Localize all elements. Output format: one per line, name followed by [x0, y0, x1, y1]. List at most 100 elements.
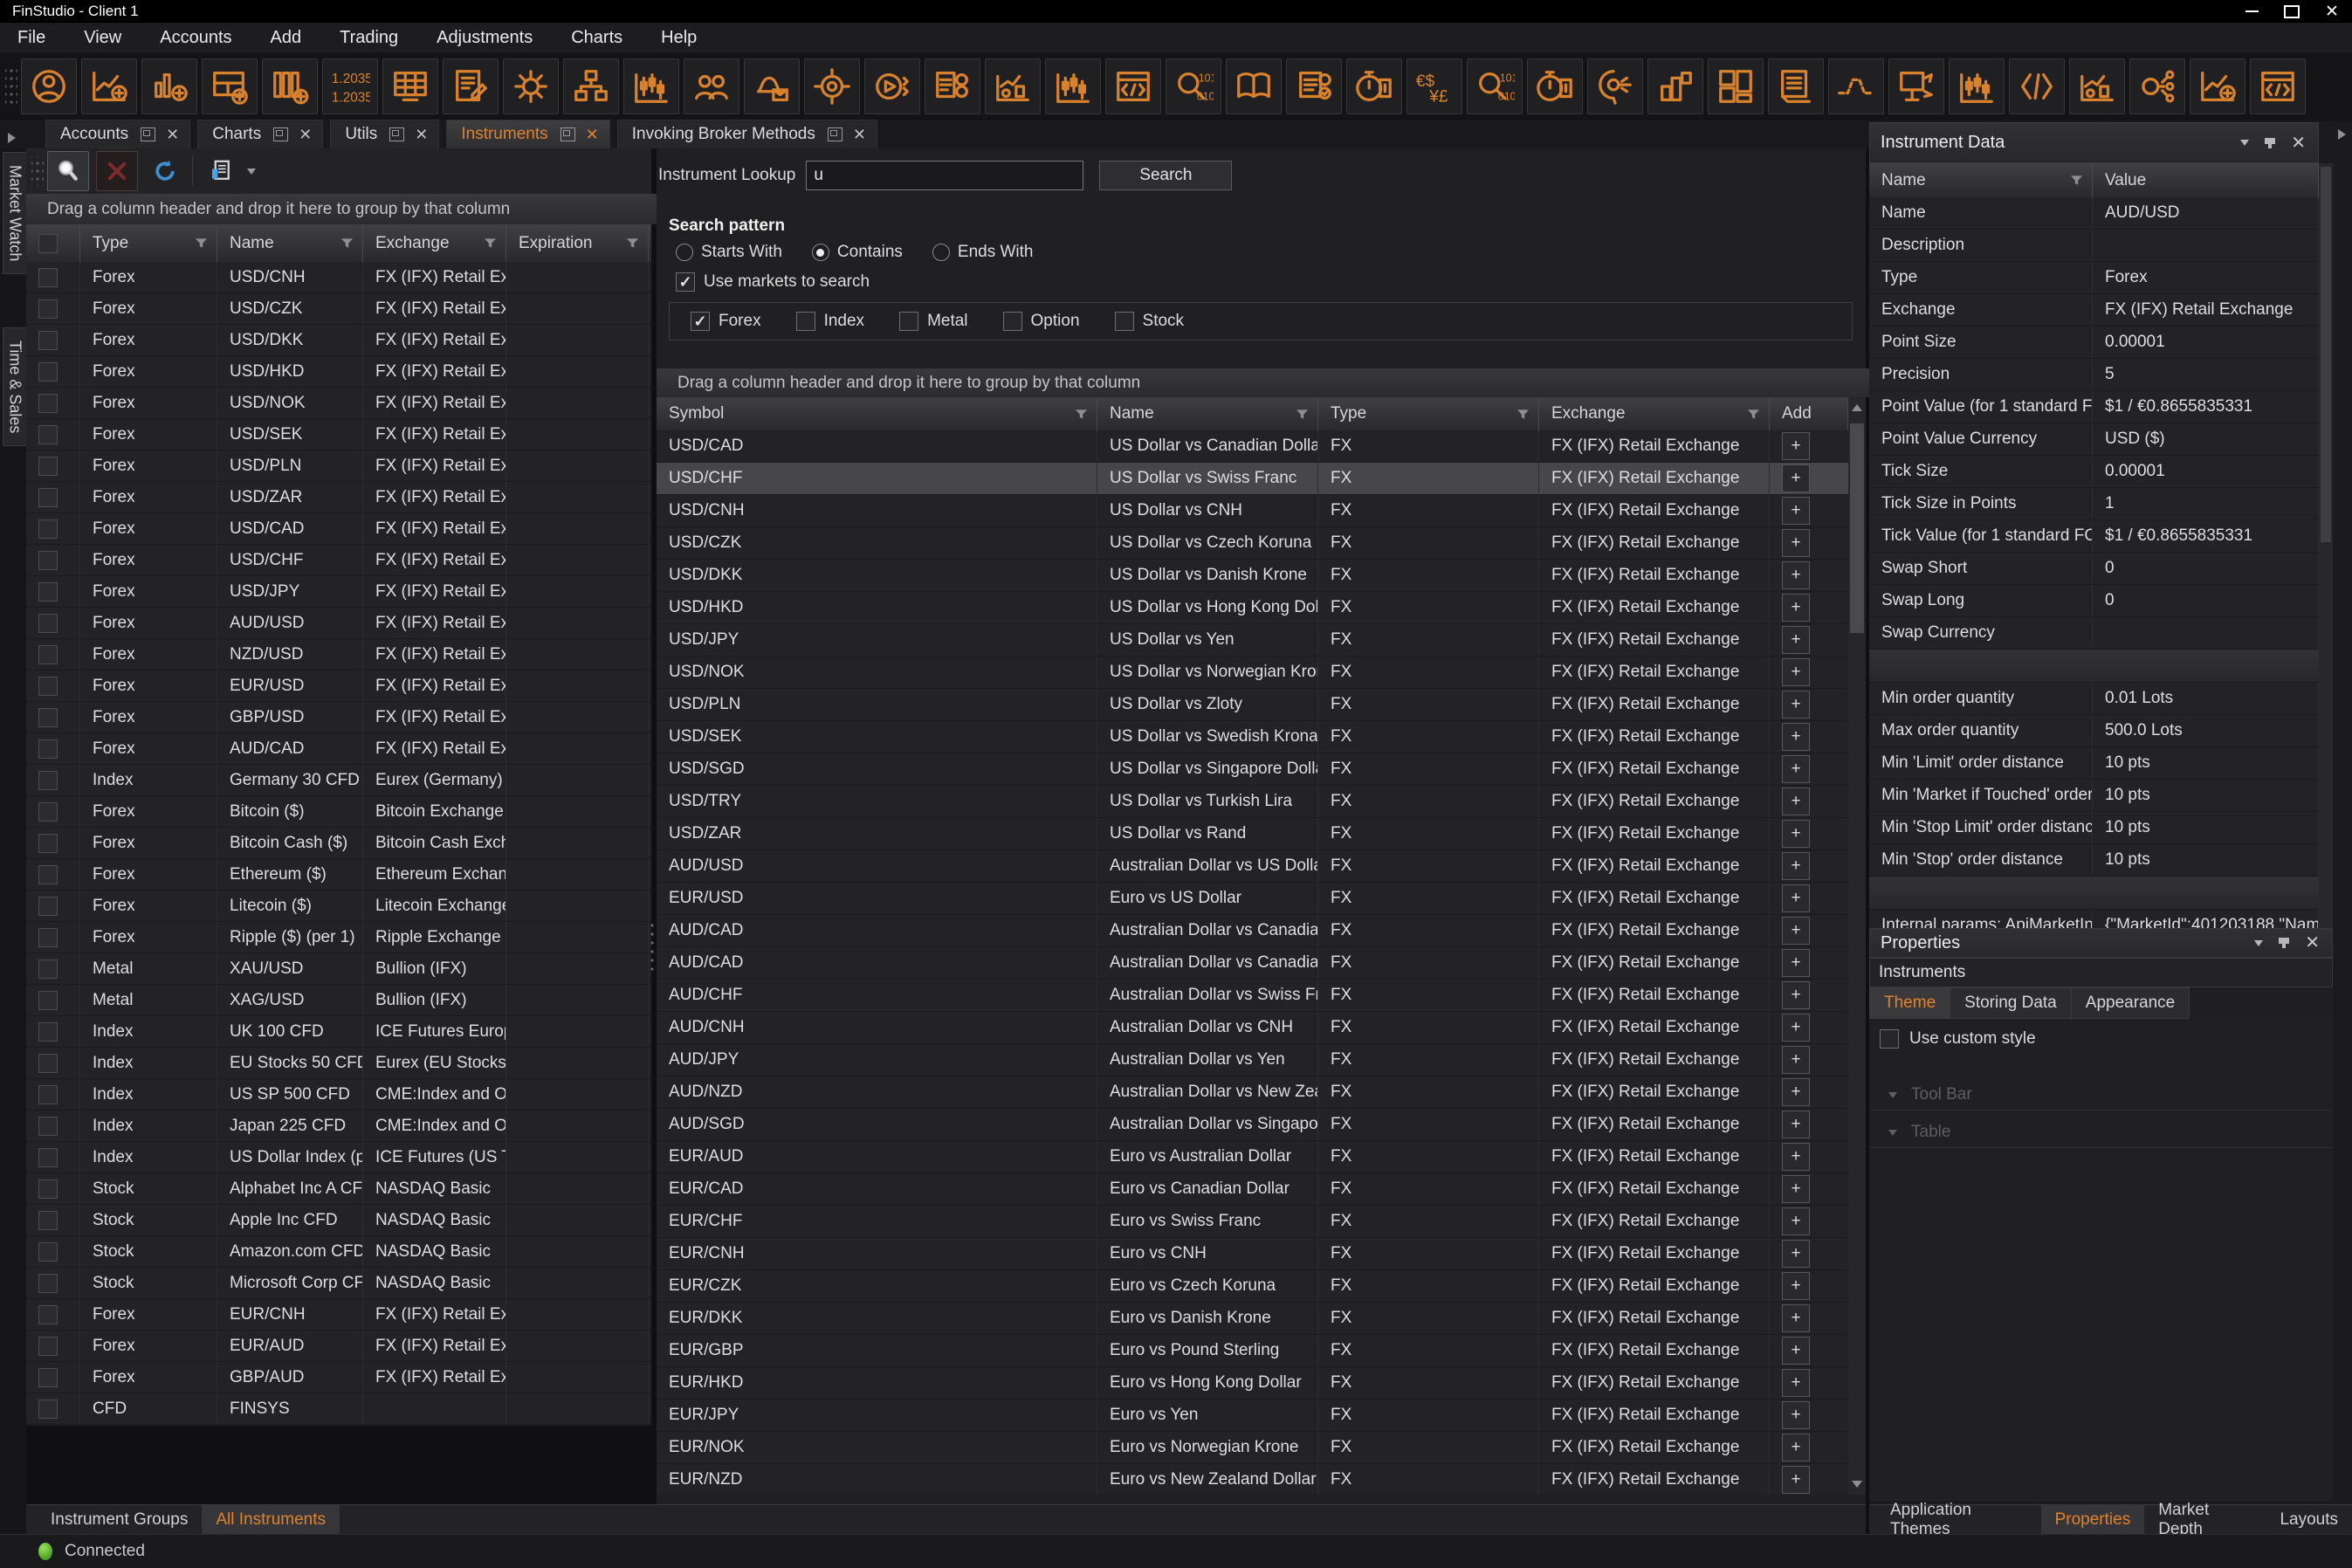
menu-adjustments[interactable]: Adjustments — [417, 23, 552, 52]
tab-close-icon[interactable]: ✕ — [415, 126, 428, 144]
market-watch-row[interactable]: IndexUS SP 500 CFDCME:Index and Options — [26, 1079, 651, 1111]
add-instrument-button[interactable]: + — [1782, 1369, 1810, 1397]
row-checkbox[interactable] — [38, 1148, 58, 1167]
row-checkbox[interactable] — [38, 519, 58, 539]
expand-arrow-icon[interactable] — [2338, 129, 2346, 140]
session-timer-button[interactable] — [1346, 58, 1402, 114]
market-watch-row[interactable]: ForexEthereum ($)Ethereum Exchange — [26, 859, 651, 891]
properties-tab-appearance[interactable]: Appearance — [2072, 987, 2190, 1019]
filter-icon[interactable] — [1516, 408, 1530, 421]
market-checkbox[interactable]: ✓ — [691, 312, 710, 331]
market-watch-row[interactable]: StockApple Inc CFDNASDAQ Basic — [26, 1205, 651, 1236]
bottom-tab-all-instruments[interactable]: All Instruments — [202, 1505, 340, 1535]
instrument-data-row[interactable]: Description — [1869, 230, 2319, 262]
code-editor-button[interactable] — [2009, 58, 2065, 114]
market-watch-row[interactable]: ForexUSD/CZKFX (IFX) Retail Exchange — [26, 293, 651, 325]
row-checkbox[interactable] — [38, 865, 58, 884]
maximize-button[interactable] — [2272, 0, 2312, 23]
add-instrument-button[interactable]: + — [1782, 1240, 1810, 1268]
filter-icon[interactable] — [484, 237, 497, 250]
export-button[interactable] — [202, 151, 240, 191]
add-instrument-button[interactable]: + — [1782, 723, 1810, 751]
market-watch-row[interactable]: ForexEUR/CNHFX (IFX) Retail Exchange — [26, 1299, 651, 1331]
column-header-name[interactable]: Name — [1097, 397, 1318, 430]
strategy-button[interactable] — [804, 58, 860, 114]
autoplay-button[interactable] — [864, 58, 920, 114]
scroll-thumb[interactable] — [2321, 167, 2331, 542]
panel-menu-icon[interactable] — [2254, 940, 2263, 946]
use-markets-checkbox[interactable]: ✓ — [676, 272, 695, 292]
lookup-row-aud-cad[interactable]: AUD/CADAustralian Dollar vs Canadian Dol… — [657, 947, 1848, 980]
panel-splitter[interactable] — [650, 921, 655, 973]
add-instrument-button[interactable]: + — [1782, 1304, 1810, 1332]
refresh-button[interactable] — [147, 151, 183, 191]
lookup-row-eur-cnh[interactable]: EUR/CNHEuro vs CNHFXFX (IFX) Retail Exch… — [657, 1238, 1848, 1270]
instrument-data-row[interactable]: Swap Short0 — [1869, 553, 2319, 585]
row-checkbox[interactable] — [38, 457, 58, 476]
add-instrument-button[interactable]: + — [1782, 691, 1810, 719]
bottom-tab-properties[interactable]: Properties — [2041, 1505, 2145, 1535]
pattern-option-starts-with[interactable]: Starts With — [676, 243, 782, 262]
column-header-type[interactable]: Type — [1318, 397, 1539, 430]
new-layout-button[interactable] — [202, 58, 258, 114]
add-instrument-button[interactable]: + — [1782, 787, 1810, 815]
lookup-row-usd-sgd[interactable]: USD/SGDUS Dollar vs Singapore DollarFXFX… — [657, 753, 1848, 786]
market-watch-row[interactable]: ForexRipple ($) (per 1)Ripple Exchange — [26, 922, 651, 953]
instrument-data-row[interactable]: Swap Currency — [1869, 617, 2319, 650]
search-button[interactable] — [47, 151, 89, 191]
column-header-expiration[interactable]: Expiration — [506, 224, 649, 262]
portfolio-button[interactable] — [985, 58, 1041, 114]
row-checkbox[interactable] — [38, 677, 58, 696]
menu-trading[interactable]: Trading — [320, 23, 417, 52]
time-info-button[interactable] — [1527, 58, 1583, 114]
market-checkbox[interactable] — [796, 312, 815, 331]
bottom-tab-instrument-groups[interactable]: Instrument Groups — [37, 1505, 202, 1535]
instrument-data-row[interactable]: Min 'Limit' order distance10 pts — [1869, 747, 2319, 780]
export-dropdown-caret-icon[interactable] — [247, 168, 256, 175]
menu-accounts[interactable]: Accounts — [141, 23, 251, 52]
market-watch-row[interactable]: ForexUSD/ZARFX (IFX) Retail Exchange — [26, 482, 651, 513]
market-watch-row[interactable]: IndexEU Stocks 50 CFDEurex (EU Stocks) — [26, 1048, 651, 1079]
market-option-index[interactable]: Index — [796, 312, 864, 331]
add-instrument-button[interactable]: + — [1782, 594, 1810, 622]
market-watch-row[interactable]: ForexBitcoin Cash ($)Bitcoin Cash Exchan… — [26, 828, 651, 859]
row-checkbox[interactable] — [38, 1211, 58, 1230]
tab-close-icon[interactable]: ✕ — [299, 126, 312, 144]
candlestick-button[interactable] — [1045, 58, 1101, 114]
market-watch-row[interactable]: ForexUSD/SEKFX (IFX) Retail Exchange — [26, 419, 651, 450]
currencies-button[interactable]: €$¥£ — [1406, 58, 1462, 114]
add-instrument-button[interactable]: + — [1782, 626, 1810, 654]
market-watch-row[interactable]: IndexGermany 30 CFDEurex (Germany) — [26, 765, 651, 796]
add-instrument-button[interactable]: + — [1782, 1272, 1810, 1300]
add-instrument-button[interactable]: + — [1782, 497, 1810, 525]
properties-tab-theme[interactable]: Theme — [1869, 987, 1950, 1019]
lookup-row-eur-hkd[interactable]: EUR/HKDEuro vs Hong Kong DollarFXFX (IFX… — [657, 1367, 1848, 1400]
tab-utils[interactable]: Utils✕ — [330, 120, 439, 148]
menu-add[interactable]: Add — [251, 23, 321, 52]
row-checkbox[interactable] — [38, 645, 58, 664]
tab-invoking-broker-methods[interactable]: Invoking Broker Methods✕ — [617, 120, 877, 148]
add-instrument-button[interactable]: + — [1782, 1401, 1810, 1429]
row-checkbox[interactable] — [38, 897, 58, 916]
tab-close-icon[interactable]: ✕ — [853, 126, 866, 144]
quotes-button[interactable]: 1.20351.2035 — [322, 58, 378, 114]
code-window-button[interactable] — [2250, 58, 2306, 114]
new-columns-button[interactable] — [262, 58, 318, 114]
add-instrument-button[interactable]: + — [1782, 1207, 1810, 1235]
pattern-option-ends-with[interactable]: Ends With — [932, 243, 1034, 262]
row-checkbox[interactable] — [38, 331, 58, 350]
collapse-arrow-icon[interactable] — [1888, 1092, 1897, 1098]
add-instrument-button[interactable]: + — [1782, 917, 1810, 945]
column-header-exchange[interactable]: Exchange — [363, 224, 506, 262]
lookup-row-usd-chf[interactable]: USD/CHFUS Dollar vs Swiss FrancFXFX (IFX… — [657, 463, 1848, 495]
menu-charts[interactable]: Charts — [552, 23, 642, 52]
add-instrument-button[interactable]: + — [1782, 1434, 1810, 1461]
lookup-row-eur-gbp[interactable]: EUR/GBPEuro vs Pound SterlingFXFX (IFX) … — [657, 1335, 1848, 1367]
add-instrument-button[interactable]: + — [1782, 852, 1810, 880]
add-instrument-button[interactable]: + — [1782, 1014, 1810, 1042]
instrument-data-row[interactable]: Point Size0.00001 — [1869, 327, 2319, 359]
menu-view[interactable]: View — [65, 23, 141, 52]
filter-icon[interactable] — [340, 237, 354, 250]
tab-close-icon[interactable]: ✕ — [166, 126, 179, 144]
panel-close-icon[interactable]: ✕ — [2291, 134, 2306, 152]
